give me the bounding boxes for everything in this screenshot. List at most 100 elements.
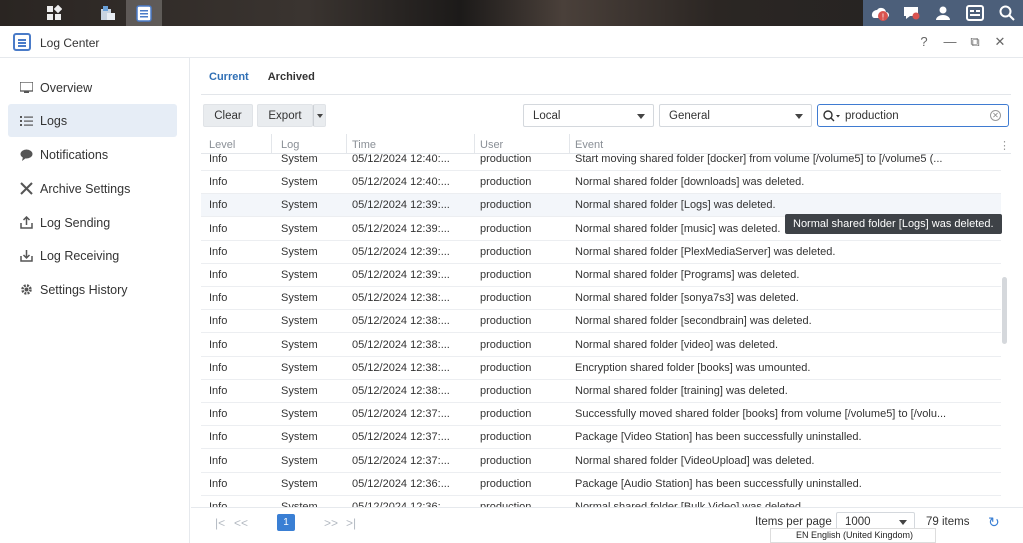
cell-event: Successfully moved shared folder [books]… xyxy=(575,408,947,421)
column-header-time[interactable]: Time xyxy=(352,139,376,151)
column-header-event[interactable]: Event xyxy=(575,139,603,151)
cell-log: System xyxy=(281,245,318,258)
sidebar: Overview Logs Notifications Archive Sett… xyxy=(0,58,190,543)
column-header-user[interactable]: User xyxy=(480,139,503,151)
clear-button[interactable]: Clear xyxy=(203,104,253,127)
column-divider[interactable] xyxy=(474,134,475,154)
tab-archived[interactable]: Archived xyxy=(268,71,315,88)
table-row[interactable]: Info System 05/12/2024 12:37:... production… xyxy=(201,426,1001,450)
notifications-icon[interactable]: ! xyxy=(863,0,895,26)
cell-user: production xyxy=(480,154,532,165)
cell-user: production xyxy=(480,385,532,397)
chevron-down-icon xyxy=(637,114,645,119)
sidebar-item-logs[interactable]: Logs xyxy=(8,104,177,137)
svg-text:!: ! xyxy=(882,13,884,22)
sidebar-item-label: Notifications xyxy=(40,147,109,162)
cell-level: Info xyxy=(209,154,228,165)
window-title: Log Center xyxy=(40,36,100,50)
sidebar-item-label: Overview xyxy=(40,80,93,95)
total-items: 79 items xyxy=(926,516,970,528)
table-row[interactable]: Info System 05/12/2024 12:39:... production… xyxy=(201,264,1001,287)
cell-event: Normal shared folder [video] was deleted… xyxy=(575,338,778,351)
sidebar-item-archive-settings[interactable]: Archive Settings xyxy=(8,172,177,205)
cell-event: Package [Audio Station] has been success… xyxy=(575,477,862,490)
user-icon[interactable] xyxy=(927,0,959,26)
sidebar-item-label: Settings History xyxy=(40,282,128,297)
search-icon[interactable] xyxy=(823,109,841,122)
column-divider[interactable] xyxy=(569,134,570,154)
cell-time: 05/12/2024 12:38:... xyxy=(352,385,450,397)
table-row[interactable]: Info System 05/12/2024 12:38:... production… xyxy=(201,380,1001,403)
column-header-level[interactable]: Level xyxy=(209,139,235,151)
cell-user: production xyxy=(480,245,532,258)
help-button[interactable]: ? xyxy=(916,34,932,49)
tools-icon xyxy=(19,182,33,196)
next-page-icon[interactable]: >> xyxy=(324,516,338,530)
table-row[interactable]: Info System 05/12/2024 12:36:... production… xyxy=(201,496,1001,507)
widgets-icon[interactable] xyxy=(959,0,991,26)
cell-level: Info xyxy=(209,477,228,490)
cell-user: production xyxy=(480,431,532,444)
search-input[interactable]: production ✕ xyxy=(817,104,1009,127)
cell-event: Normal shared folder [VideoUpload] was d… xyxy=(575,454,815,467)
sidebar-item-log-receiving[interactable]: Log Receiving xyxy=(8,239,177,272)
current-page-button[interactable]: 1 xyxy=(277,514,295,531)
column-divider[interactable] xyxy=(271,134,272,154)
cell-level: Info xyxy=(209,408,228,421)
sidebar-item-label: Log Receiving xyxy=(40,248,120,263)
clear-search-icon[interactable]: ✕ xyxy=(990,110,1001,121)
cell-log: System xyxy=(281,292,318,305)
export-button[interactable]: Export xyxy=(257,104,313,127)
cell-user: production xyxy=(480,315,532,328)
sidebar-item-label: Logs xyxy=(40,113,68,128)
log-center-icon[interactable] xyxy=(126,0,162,26)
taskbar: ! xyxy=(0,0,1023,26)
minimize-button[interactable]: — xyxy=(942,34,958,49)
close-button[interactable]: ✕ xyxy=(992,34,1008,50)
column-divider[interactable] xyxy=(346,134,347,154)
table-row[interactable]: Info System 05/12/2024 12:37:... production… xyxy=(201,403,1001,427)
cell-time: 05/12/2024 12:40:... xyxy=(352,154,450,165)
table-row[interactable]: Info System 05/12/2024 12:38:... production… xyxy=(201,287,1001,311)
cell-time: 05/12/2024 12:39:... xyxy=(352,245,450,258)
chevron-down-icon xyxy=(316,113,323,118)
table-row[interactable]: Info System 05/12/2024 12:37:... production… xyxy=(201,450,1001,473)
export-dropdown-button[interactable] xyxy=(313,104,326,127)
restore-button[interactable]: ⧉ xyxy=(967,34,983,50)
tab-current[interactable]: Current xyxy=(209,71,249,88)
table-row[interactable]: Info System 05/12/2024 12:36:... production… xyxy=(201,473,1001,496)
sidebar-item-log-sending[interactable]: Log Sending xyxy=(8,206,177,239)
cell-user: production xyxy=(480,222,532,235)
table-row[interactable]: Info System 05/12/2024 12:38:... production… xyxy=(201,357,1001,380)
cell-level: Info xyxy=(209,315,228,328)
log-type-select[interactable]: General xyxy=(659,104,812,127)
sidebar-item-settings-history[interactable]: Settings History xyxy=(8,273,177,306)
table-row[interactable]: Info System 05/12/2024 12:38:... production… xyxy=(201,310,1001,334)
table-row[interactable]: Info System 05/12/2024 12:39:... production… xyxy=(201,241,1001,264)
sidebar-item-overview[interactable]: Overview xyxy=(8,71,177,104)
sidebar-item-notifications[interactable]: Notifications xyxy=(8,138,177,171)
previous-page-icon[interactable]: << xyxy=(234,516,248,530)
chat-icon[interactable] xyxy=(895,0,927,26)
table-row[interactable]: Info System 05/12/2024 12:40:... production… xyxy=(201,171,1001,195)
vertical-scrollbar[interactable] xyxy=(1002,277,1007,344)
last-page-icon[interactable]: >| xyxy=(346,516,356,530)
tab-divider xyxy=(201,94,1011,95)
cell-log: System xyxy=(281,408,318,421)
cell-log: System xyxy=(281,431,318,444)
apps-grid-icon[interactable] xyxy=(36,0,72,26)
cell-event: Normal shared folder [secondbrain] was d… xyxy=(575,315,812,328)
cell-time: 05/12/2024 12:38:... xyxy=(352,292,450,305)
package-center-icon[interactable] xyxy=(90,0,126,26)
column-header-log[interactable]: Log xyxy=(281,139,299,151)
items-per-page-value: 1000 xyxy=(845,516,871,528)
items-per-page-label: Items per page xyxy=(755,516,832,528)
first-page-icon[interactable]: |< xyxy=(215,516,225,530)
search-icon[interactable] xyxy=(991,0,1023,26)
column-menu-icon[interactable]: ⋮ xyxy=(999,139,1010,152)
source-select[interactable]: Local xyxy=(523,104,654,127)
cell-time: 05/12/2024 12:39:... xyxy=(352,269,450,281)
refresh-icon[interactable]: ↻ xyxy=(988,514,1000,531)
table-row[interactable]: Info System 05/12/2024 12:40:... production… xyxy=(201,154,1001,171)
table-row[interactable]: Info System 05/12/2024 12:38:... production… xyxy=(201,334,1001,357)
